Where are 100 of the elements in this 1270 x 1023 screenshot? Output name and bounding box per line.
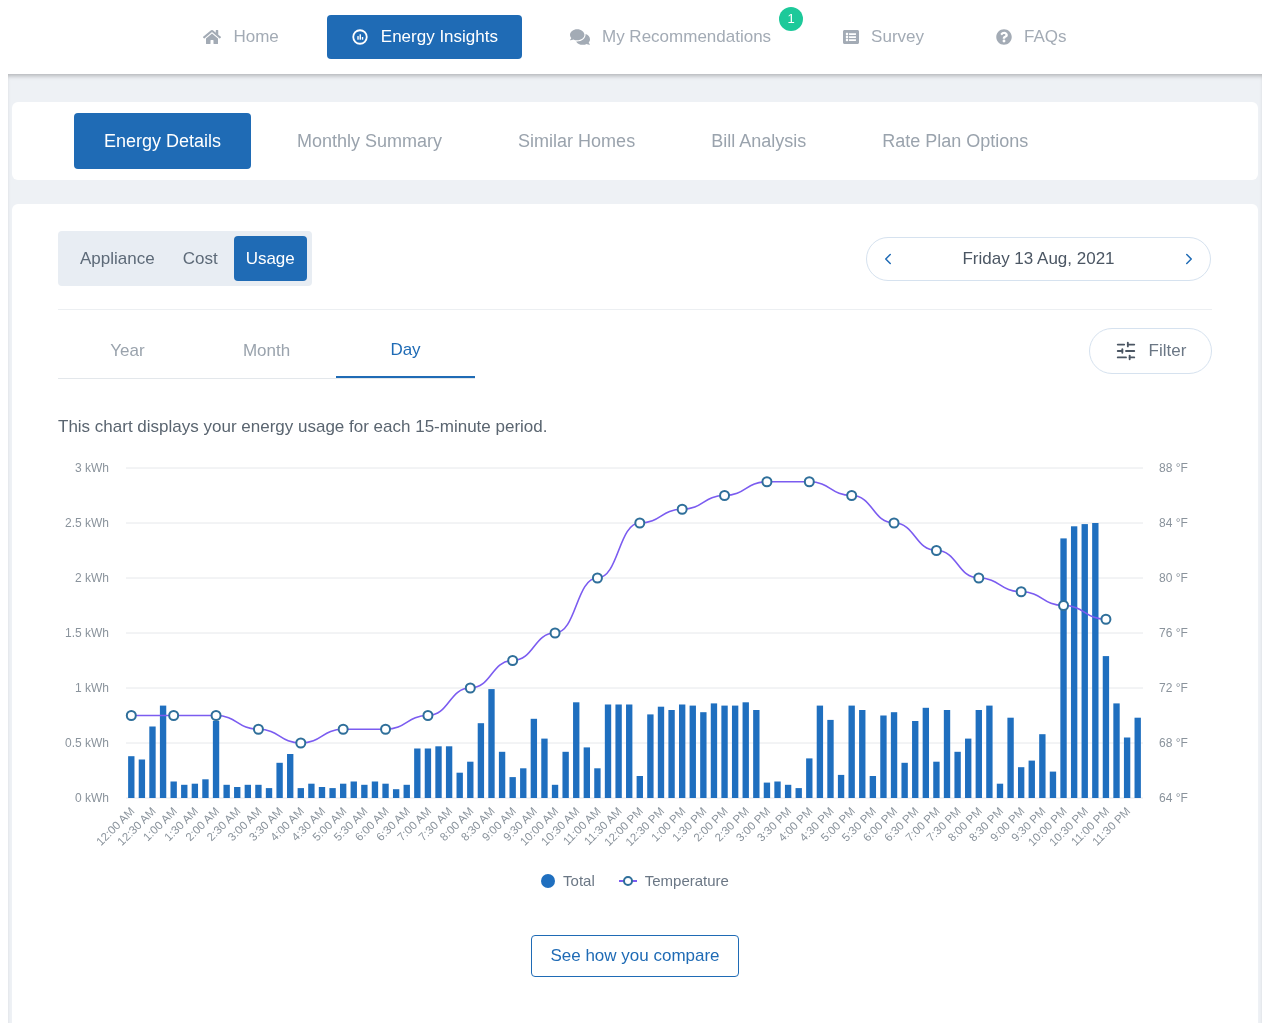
usage-bar (191, 783, 199, 798)
data-point (761, 475, 773, 487)
section-tab[interactable]: Bill Analysis (681, 113, 837, 169)
usage-bar (445, 745, 453, 798)
usage-bar (562, 751, 569, 798)
section-tab[interactable]: Monthly Summary (267, 113, 473, 169)
usage-bar (297, 787, 304, 798)
data-point (591, 572, 603, 583)
data-point (634, 517, 646, 528)
data-point (464, 682, 476, 693)
data-point (210, 709, 222, 721)
usage-bar (551, 784, 559, 798)
usage-bar (795, 787, 802, 798)
toggle-option[interactable]: Cost (170, 236, 230, 281)
usage-bar (392, 788, 400, 798)
data-point (295, 737, 307, 748)
data-point (1058, 599, 1070, 611)
axis-label: 0.5 kWh (65, 735, 109, 750)
usage-bar (350, 781, 357, 798)
usage-bar (1049, 771, 1057, 798)
data-point (252, 723, 264, 735)
data-point (719, 489, 731, 501)
chat-icon (570, 27, 590, 47)
data-point (1015, 585, 1027, 597)
compare-button[interactable]: See how you compare (531, 935, 739, 977)
axis-label: 1.5 kWh (65, 625, 109, 640)
home-icon (203, 28, 222, 46)
usage-bar (636, 775, 643, 798)
usage-bar (371, 781, 379, 798)
usage-bar (456, 772, 463, 798)
usage-bar (403, 784, 410, 798)
axis-label: 88 °F (1159, 460, 1188, 475)
usage-bar (965, 738, 972, 798)
toggle-option[interactable]: Usage (233, 236, 307, 281)
usage-bar (901, 762, 908, 798)
help-icon (996, 29, 1013, 45)
legend-label: Total (563, 870, 595, 891)
usage-bar (763, 782, 771, 798)
nav-tab[interactable]: FAQs (972, 15, 1091, 59)
axis-label: 72 °F (1159, 680, 1188, 695)
usage-bar (287, 753, 294, 798)
data-point (846, 489, 858, 501)
usage-bar (541, 738, 548, 798)
usage-bar (498, 751, 506, 798)
usage-bar (806, 757, 813, 798)
period-tab[interactable]: Day (336, 324, 475, 378)
chart-icon (350, 28, 369, 46)
notification-badge: 1 (779, 7, 804, 31)
usage-bar (1123, 737, 1131, 798)
usage-bar (520, 767, 527, 798)
usage-bar (128, 755, 135, 798)
period-tab[interactable]: Year (58, 324, 197, 378)
usage-bar (234, 786, 241, 798)
usage-bar (996, 783, 1004, 798)
usage-bar (869, 775, 877, 798)
usage-bar (1039, 733, 1046, 798)
usage-bar (837, 774, 845, 798)
usage-bar (329, 787, 336, 798)
nav-tab[interactable]: Home (179, 15, 303, 59)
section-tab[interactable]: Similar Homes (488, 113, 666, 169)
data-point (888, 517, 900, 528)
usage-bar (361, 784, 368, 798)
list-icon (843, 29, 860, 45)
axis-label: 64 °F (1159, 790, 1188, 805)
axis-label: 1 kWh (75, 680, 109, 695)
usage-bar (223, 784, 230, 798)
period-tab[interactable]: Month (197, 324, 336, 378)
filter-icon (1114, 339, 1137, 362)
nav-tab[interactable]: Survey (819, 15, 949, 59)
section-tab[interactable]: Rate Plan Options (852, 113, 1059, 169)
usage-bar (509, 776, 516, 798)
axis-label: 84 °F (1159, 515, 1188, 530)
usage-bar (382, 783, 389, 798)
data-point (380, 723, 392, 735)
usage-bar (414, 748, 421, 798)
usage-bar (954, 751, 961, 798)
date-label: Friday 13 Aug, 2021 (962, 247, 1115, 270)
data-point (337, 723, 349, 735)
usage-bar (181, 784, 188, 798)
usage-bar (774, 781, 781, 798)
usage-bar (149, 726, 156, 798)
axis-label: 80 °F (1159, 570, 1188, 585)
data-point (973, 572, 985, 583)
usage-bar (202, 778, 209, 798)
axis-label: 76 °F (1159, 625, 1188, 640)
chart-description: This chart displays your energy usage for each 15-minute period. (58, 416, 549, 438)
axis-label: 0 kWh (75, 790, 109, 805)
usage-bar (583, 746, 590, 798)
data-point (676, 503, 688, 515)
data-point (549, 627, 561, 638)
usage-bar (1028, 760, 1035, 798)
usage-bar (318, 786, 326, 798)
axis-label: 68 °F (1159, 735, 1188, 750)
usage-bar (594, 767, 601, 798)
usage-bar (138, 759, 146, 798)
usage-bar (1018, 766, 1025, 798)
section-tab[interactable]: Energy Details (74, 113, 252, 169)
axis-label: 2.5 kWh (65, 515, 109, 530)
nav-tab[interactable]: Energy Insights (326, 15, 522, 59)
toggle-option[interactable]: Appliance (68, 236, 167, 281)
